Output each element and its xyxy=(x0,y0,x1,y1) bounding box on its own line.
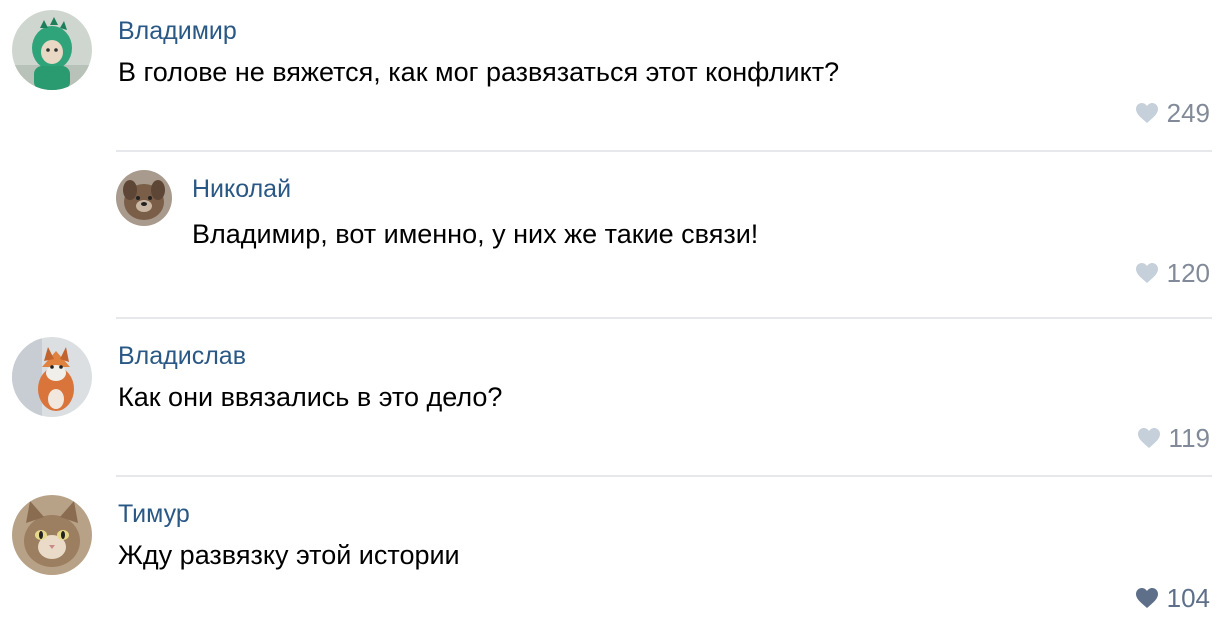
reply-comment-item: Николай Владимир, вот именно, у них же т… xyxy=(0,152,1232,317)
like-button[interactable]: 104 xyxy=(1135,583,1210,613)
like-count: 249 xyxy=(1166,98,1210,128)
avatar-fox-icon[interactable] xyxy=(12,337,92,417)
comment-text: В голове не вяжется, как мог развязаться… xyxy=(118,57,840,87)
like-count: 104 xyxy=(1166,583,1210,613)
comment-text: Жду развязку этой истории xyxy=(118,540,460,570)
like-button[interactable]: 249 xyxy=(1135,98,1210,128)
comments-list: Владимир В голове не вяжется, как мог ра… xyxy=(0,0,1232,632)
comment-text: Как они ввязались в это дело? xyxy=(118,382,503,412)
like-count: 119 xyxy=(1168,423,1210,453)
comment-item: Тимур Жду развязку этой истории 104 xyxy=(0,477,1232,632)
heart-icon xyxy=(1135,102,1159,124)
comment-author[interactable]: Тимур xyxy=(118,499,190,529)
comment-author[interactable]: Владислав xyxy=(118,341,246,371)
like-button[interactable]: 119 xyxy=(1137,423,1210,453)
avatar-cat-icon[interactable] xyxy=(12,495,92,575)
comment-text: Владимир, вот именно, у них же такие свя… xyxy=(192,219,759,249)
avatar-dinosaur-icon[interactable] xyxy=(12,10,92,90)
heart-icon xyxy=(1135,262,1159,284)
comment-author[interactable]: Владимир xyxy=(118,16,237,46)
comment-item: Владимир В голове не вяжется, как мог ра… xyxy=(0,0,1232,150)
like-button[interactable]: 120 xyxy=(1135,258,1210,288)
avatar-dog-icon[interactable] xyxy=(116,170,172,226)
like-count: 120 xyxy=(1166,258,1210,288)
comment-author[interactable]: Николай xyxy=(192,174,291,204)
heart-icon xyxy=(1137,427,1161,449)
heart-icon xyxy=(1135,587,1159,609)
comment-item: Владислав Как они ввязались в это дело? … xyxy=(0,319,1232,475)
